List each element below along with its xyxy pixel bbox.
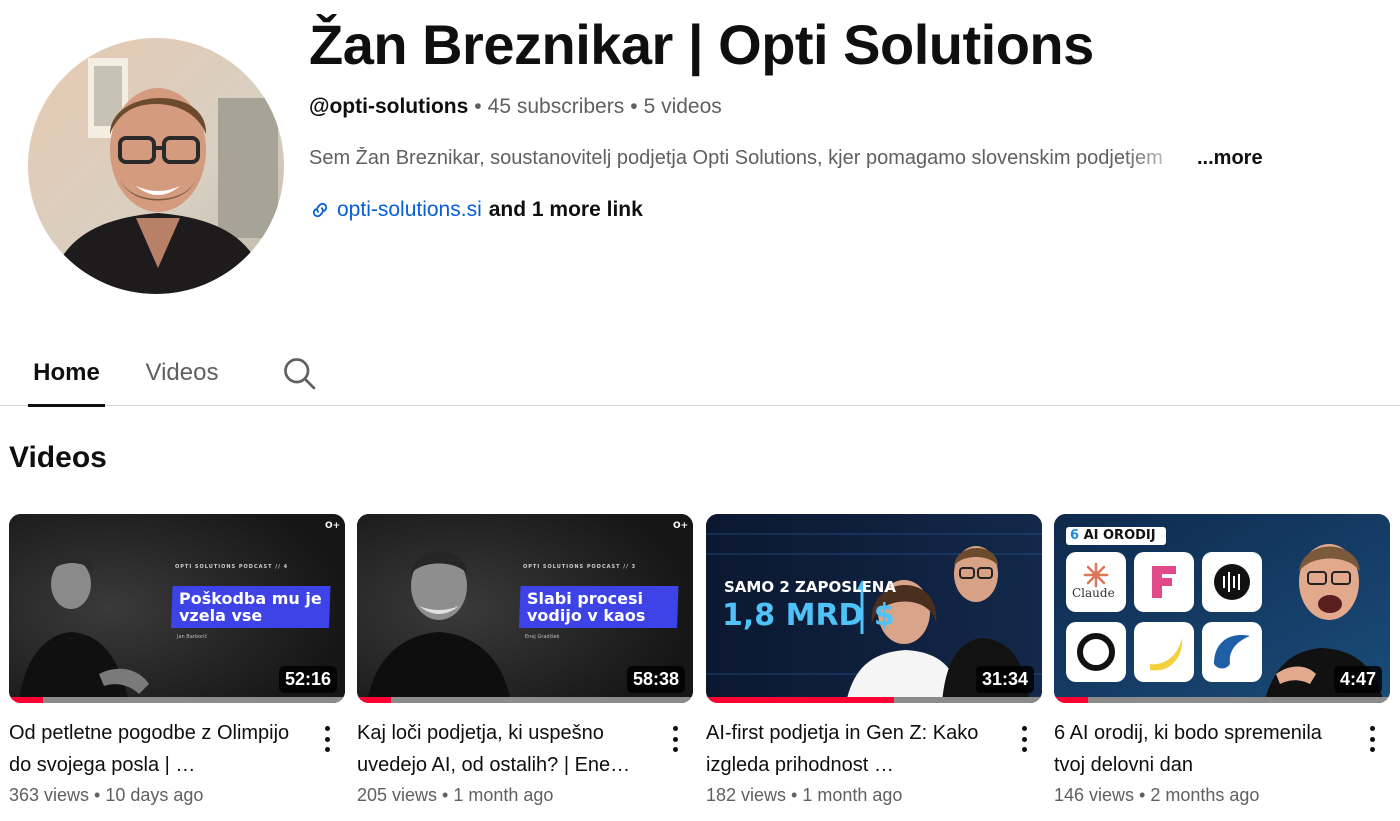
- tab-search[interactable]: [278, 340, 320, 405]
- thumbnail-badge: 6 AI ORODIJ: [1070, 529, 1156, 543]
- channel-tabs: Home Videos: [0, 340, 1400, 407]
- stats-separator: •: [791, 785, 798, 805]
- watch-progress-fill: [1054, 697, 1088, 703]
- tab-videos[interactable]: Videos: [140, 340, 224, 405]
- thumbnail-caption: Jan Barborič: [177, 634, 208, 640]
- channel-avatar[interactable]: [28, 38, 284, 294]
- svg-text:O+: O+: [325, 521, 340, 531]
- video-menu-button[interactable]: [665, 722, 685, 756]
- kebab-dot: [1021, 747, 1027, 752]
- video-stats: 182 views • 1 month ago: [706, 785, 1042, 806]
- video-title[interactable]: Od petletne pogodbe z Olimpijo do svojeg…: [9, 717, 307, 781]
- video-duration: 52:16: [278, 666, 337, 693]
- thumbnail-headline: Poškodba mu je vzela vse: [179, 590, 322, 624]
- video-count: 5 videos: [643, 95, 722, 118]
- thumbnail-headline: Slabi procesi vodijo v kaos: [527, 590, 645, 624]
- description-text: Sem Žan Breznikar, soustanovitelj podjet…: [309, 147, 1163, 169]
- stats-separator: •: [94, 785, 101, 805]
- video-menu-button[interactable]: [317, 722, 337, 756]
- video-stats: 205 views • 1 month ago: [357, 785, 693, 806]
- watch-progress-fill: [706, 697, 895, 703]
- stats-separator: •: [442, 785, 449, 805]
- kebab-dot: [324, 747, 330, 752]
- video-menu-button[interactable]: [1362, 722, 1382, 756]
- kebab-dot: [1369, 747, 1375, 752]
- video-duration: 31:34: [975, 666, 1034, 693]
- watch-progress-bar: [9, 697, 345, 703]
- watch-progress-bar: [1054, 697, 1390, 703]
- video-menu-button[interactable]: [1014, 722, 1034, 756]
- kebab-dot: [672, 726, 678, 731]
- video-title[interactable]: Kaj loči podjetja, ki uspešno uvedejo AI…: [357, 717, 655, 781]
- thumbnail-headline-line: Slabi procesi: [527, 589, 643, 608]
- subscriber-count: 45 subscribers: [487, 95, 625, 118]
- video-thumbnail[interactable]: SAMO 2 ZAPOSLENA 1,8 MRD $ 31:34: [706, 514, 1042, 703]
- video-title[interactable]: 6 AI orodij, ki bodo spremenila tvoj del…: [1054, 717, 1352, 781]
- thumbnail-kicker: SAMO 2 ZAPOSLENA: [724, 578, 896, 596]
- video-title[interactable]: AI-first podjetja in Gen Z: Kako izgleda…: [706, 717, 1004, 781]
- video-views: 146 views: [1054, 785, 1135, 805]
- tab-home[interactable]: Home: [28, 340, 105, 407]
- video-age: 10 days ago: [105, 785, 204, 805]
- thumbnail-kicker: OPTI SOLUTIONS PODCAST // 3: [523, 564, 637, 570]
- thumbnail-kicker: OPTI SOLUTIONS PODCAST // 4: [175, 564, 289, 570]
- channel-handle: @opti-solutions: [309, 95, 469, 118]
- more-links-button[interactable]: and 1 more link: [489, 198, 643, 222]
- kebab-dot: [1369, 736, 1375, 742]
- section-title: Videos: [9, 441, 107, 474]
- video-age: 2 months ago: [1150, 785, 1260, 805]
- search-icon: [284, 357, 316, 389]
- link-icon: [309, 199, 331, 221]
- meta-separator-1: •: [474, 95, 482, 118]
- video-views: 363 views: [9, 785, 90, 805]
- channel-name: Žan Breznikar | Opti Solutions: [309, 13, 1094, 76]
- video-thumbnail[interactable]: 6 AI ORODIJ Claude 4:47: [1054, 514, 1390, 703]
- channel-description[interactable]: Sem Žan Breznikar, soustanovitelj podjet…: [309, 147, 1269, 170]
- video-stats: 146 views • 2 months ago: [1054, 785, 1390, 806]
- watch-progress-fill: [357, 697, 391, 703]
- kebab-dot: [1021, 736, 1027, 742]
- watch-progress-bar: [357, 697, 693, 703]
- video-views: 182 views: [706, 785, 787, 805]
- description-more-button[interactable]: ...more: [1197, 147, 1263, 170]
- video-card: SAMO 2 ZAPOSLENA 1,8 MRD $ 31:34 AI-firs…: [706, 514, 1042, 806]
- svg-text:O+: O+: [673, 521, 688, 531]
- thumbnail-headline-line: vodijo v kaos: [527, 606, 646, 625]
- channel-meta: @opti-solutions • 45 subscribers • 5 videos: [309, 95, 722, 119]
- video-thumbnail[interactable]: O+ OPTI SOLUTIONS PODCAST // 3 Slabi pro…: [357, 514, 693, 703]
- video-stats: 363 views • 10 days ago: [9, 785, 345, 806]
- video-views: 205 views: [357, 785, 438, 805]
- video-card: O+ OPTI SOLUTIONS PODCAST // 4 Poškodba …: [9, 514, 345, 806]
- video-thumbnail[interactable]: O+ OPTI SOLUTIONS PODCAST // 4 Poškodba …: [9, 514, 345, 703]
- kebab-dot: [1369, 726, 1375, 731]
- kebab-dot: [324, 736, 330, 742]
- video-card: O+ OPTI SOLUTIONS PODCAST // 3 Slabi pro…: [357, 514, 693, 806]
- avatar-image: [28, 38, 284, 294]
- thumbnail-headline-line: Poškodba mu je: [179, 589, 322, 608]
- kebab-dot: [1021, 726, 1027, 731]
- video-duration: 58:38: [626, 666, 685, 693]
- kebab-dot: [672, 736, 678, 742]
- thumbnail-caption: Enej Gradišek: [525, 634, 560, 640]
- thumbnail-headline-line: vzela vse: [179, 606, 263, 625]
- meta-separator-2: •: [630, 95, 638, 118]
- thumbnail-badge-text: AI ORODIJ: [1083, 528, 1156, 543]
- stats-separator: •: [1139, 785, 1146, 805]
- channel-links: opti-solutions.si and 1 more link: [309, 198, 643, 222]
- watch-progress-fill: [9, 697, 43, 703]
- kebab-dot: [324, 726, 330, 731]
- video-age: 1 month ago: [802, 785, 903, 805]
- thumbnail-badge-number: 6: [1070, 528, 1080, 543]
- thumbnail-tool-label: Claude: [1072, 586, 1115, 600]
- kebab-dot: [672, 747, 678, 752]
- watch-progress-bar: [706, 697, 1042, 703]
- video-age: 1 month ago: [453, 785, 554, 805]
- channel-link[interactable]: opti-solutions.si: [337, 198, 482, 222]
- video-duration: 4:47: [1333, 666, 1382, 693]
- video-card: 6 AI ORODIJ Claude 4:47 6 AI orodij, ki …: [1054, 514, 1390, 806]
- thumbnail-headline: 1,8 MRD $: [722, 598, 895, 633]
